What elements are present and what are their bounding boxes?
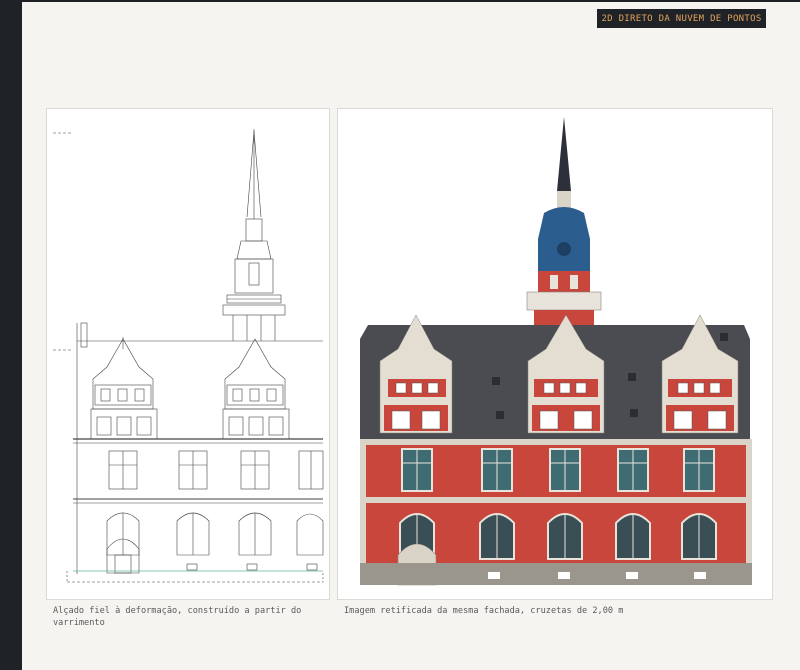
right-panel-caption: Imagem retificada da mesma fachada, cruz…	[344, 606, 624, 616]
elevation-line-drawing	[53, 129, 324, 583]
rectified-facade-panel	[337, 108, 773, 600]
section-badge: 2D DIRETO DA NUVEM DE PONTOS	[597, 9, 766, 28]
rectified-facade-image	[360, 117, 752, 586]
left-sidebar-rail	[0, 0, 22, 670]
top-border	[22, 0, 800, 2]
elevation-drawing-panel	[46, 108, 330, 600]
left-panel-caption: Alçado fiel à deformação, construído a p…	[53, 606, 302, 628]
